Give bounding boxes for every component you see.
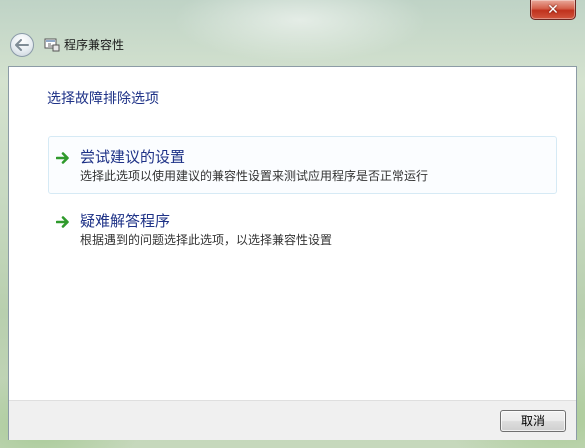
option-title: 疑难解答程序 (80, 212, 171, 230)
content-panel: 选择故障排除选项 尝试建议的设置 选择此选项以使用建议的兼容性设置来测试应用程序… (8, 66, 577, 440)
green-arrow-icon (56, 216, 69, 228)
green-arrow-icon (56, 152, 69, 164)
option-description: 选择此选项以使用建议的兼容性设置来测试应用程序是否正常运行 (80, 169, 429, 183)
option-description: 根据遇到的问题选择此选项，以选择兼容性设置 (80, 233, 333, 247)
page-title: 选择故障排除选项 (47, 91, 159, 107)
option-troubleshoot-program[interactable]: 疑难解答程序 根据遇到的问题选择此选项，以选择兼容性设置 (48, 200, 557, 258)
footer-bar: 取消 (9, 400, 576, 440)
back-arrow-icon (15, 39, 29, 51)
window-title: 程序兼容性 (64, 38, 125, 52)
option-title: 尝试建议的设置 (80, 148, 186, 166)
close-icon: ✕ (547, 1, 559, 18)
close-button[interactable]: ✕ (530, 0, 576, 20)
compatibility-icon (44, 38, 60, 52)
cancel-button[interactable]: 取消 (500, 410, 566, 432)
option-try-recommended-settings[interactable]: 尝试建议的设置 选择此选项以使用建议的兼容性设置来测试应用程序是否正常运行 (48, 136, 557, 194)
back-button[interactable] (10, 33, 34, 57)
